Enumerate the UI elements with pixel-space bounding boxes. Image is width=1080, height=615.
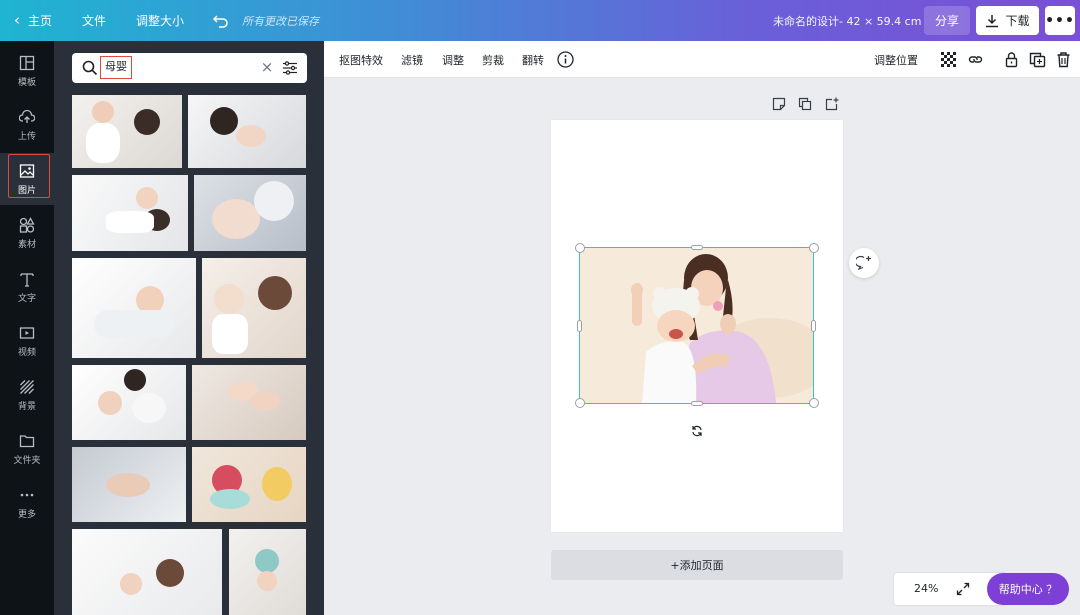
zoom-level[interactable]: 24% — [914, 573, 938, 605]
resize-handle[interactable] — [575, 398, 585, 408]
resize-handle[interactable] — [809, 398, 819, 408]
nav-item-elements[interactable]: 素材 — [0, 207, 54, 259]
resize-handle[interactable] — [691, 245, 703, 250]
text-icon — [20, 272, 34, 287]
download-icon — [986, 14, 999, 27]
add-comment-button[interactable] — [849, 248, 879, 278]
undo-icon — [213, 14, 228, 28]
image-toolbar: 抠图特效 滤镜 调整 剪裁 翻转 调整位置 — [324, 41, 1080, 78]
transparency-icon[interactable] — [940, 51, 957, 68]
photo-thumbnail[interactable] — [192, 365, 306, 440]
selection-frame — [579, 247, 814, 404]
undo-button[interactable] — [212, 0, 230, 41]
home-label: 主页 — [28, 14, 53, 28]
nav-label: 素材 — [17, 239, 36, 250]
search-input[interactable]: 母婴 — [100, 56, 132, 79]
upload-icon — [19, 109, 35, 123]
photos-panel: 母婴 × — [54, 41, 324, 615]
resize-handle[interactable] — [809, 243, 819, 253]
download-label: 下载 — [1005, 14, 1030, 28]
resize-handle[interactable] — [575, 243, 585, 253]
duplicate-icon[interactable] — [1029, 51, 1046, 68]
video-icon — [19, 326, 35, 339]
file-menu[interactable]: 文件 — [82, 0, 106, 41]
home-button[interactable]: ‹ 主页 — [14, 0, 52, 41]
search-box[interactable]: 母婴 × — [72, 53, 307, 83]
resize-handle[interactable] — [691, 401, 703, 406]
photo-thumbnail[interactable] — [72, 365, 186, 440]
photo-thumbnail[interactable] — [192, 447, 306, 522]
fullscreen-icon[interactable] — [956, 582, 970, 596]
lock-icon[interactable] — [1003, 51, 1020, 68]
photo-thumbnail[interactable] — [72, 175, 188, 251]
nav-label: 背景 — [17, 401, 36, 412]
clear-search-icon[interactable]: × — [260, 59, 274, 75]
nav-item-video[interactable]: 视频 — [0, 315, 54, 367]
adjust-button[interactable]: 调整 — [442, 41, 464, 78]
nav-label: 更多 — [17, 509, 36, 520]
design-title[interactable]: 未命名的设计- 42 × 59.4 cm — [773, 0, 921, 41]
flip-button[interactable]: 翻转 — [522, 41, 544, 78]
save-status: 所有更改已保存 — [242, 14, 320, 28]
folder-icon — [19, 434, 35, 447]
highlight-box — [8, 154, 50, 198]
more-icon — [20, 493, 34, 496]
photo-thumbnail[interactable] — [72, 447, 186, 522]
rotate-icon — [692, 425, 702, 437]
nav-item-more[interactable]: 更多 — [0, 477, 54, 529]
share-button[interactable]: 分享 — [924, 6, 970, 35]
nav-item-templates[interactable]: 模板 — [0, 45, 54, 97]
photo-thumbnail[interactable] — [229, 529, 306, 615]
left-navigation: 模板 上传 图片 素材 文字 视频 背景 文件夹 更多 — [0, 41, 54, 615]
filter-button[interactable]: 滤镜 — [401, 41, 423, 78]
photo-thumbnail[interactable] — [72, 529, 222, 615]
help-center-button[interactable]: 帮助中心 ？ — [987, 573, 1069, 605]
photo-thumbnail[interactable] — [188, 95, 306, 168]
background-icon — [20, 379, 34, 394]
template-icon — [19, 55, 35, 70]
photo-thumbnail[interactable] — [72, 95, 182, 168]
nav-item-photos[interactable]: 图片 — [0, 153, 54, 205]
resize-handle[interactable] — [577, 320, 582, 332]
photo-thumbnail[interactable] — [194, 175, 306, 251]
remove-background-button[interactable]: 抠图特效 — [339, 41, 383, 78]
photo-thumbnail[interactable] — [72, 258, 196, 358]
trash-icon[interactable] — [1055, 51, 1072, 68]
add-page-icon[interactable] — [825, 97, 839, 111]
photo-thumbnail[interactable] — [202, 258, 306, 358]
note-icon[interactable] — [772, 97, 786, 111]
link-icon[interactable] — [967, 51, 984, 68]
nav-label: 视频 — [17, 347, 36, 358]
resize-handle[interactable] — [811, 320, 816, 332]
download-button[interactable]: 下载 — [976, 6, 1039, 35]
resize-menu[interactable]: 调整大小 — [136, 0, 184, 41]
nav-item-background[interactable]: 背景 — [0, 369, 54, 421]
info-icon[interactable] — [557, 51, 574, 68]
copy-page-icon[interactable] — [798, 97, 812, 111]
nav-label: 上传 — [17, 131, 36, 142]
more-options-button[interactable]: ••• — [1045, 6, 1075, 35]
nav-item-text[interactable]: 文字 — [0, 261, 54, 313]
chevron-left-icon: ‹ — [14, 11, 20, 29]
nav-label: 文件夹 — [13, 455, 41, 466]
elements-icon — [19, 216, 35, 233]
nav-item-upload[interactable]: 上传 — [0, 99, 54, 151]
nav-label: 模板 — [17, 77, 36, 88]
nav-item-folders[interactable]: 文件夹 — [0, 423, 54, 475]
crop-button[interactable]: 剪裁 — [482, 41, 504, 78]
search-icon — [82, 60, 98, 76]
canvas-area: +添加页面 24% 帮助中心 ？ — [324, 78, 1080, 615]
top-bar: ‹ 主页 文件 调整大小 所有更改已保存 未命名的设计- 42 × 59.4 c… — [0, 0, 1080, 41]
rotate-handle[interactable] — [688, 422, 706, 440]
filter-icon[interactable] — [282, 60, 298, 76]
add-page-button[interactable]: +添加页面 — [551, 550, 843, 580]
nav-label: 文字 — [17, 293, 36, 304]
position-button[interactable]: 调整位置 — [874, 41, 918, 78]
comment-icon — [856, 255, 871, 271]
